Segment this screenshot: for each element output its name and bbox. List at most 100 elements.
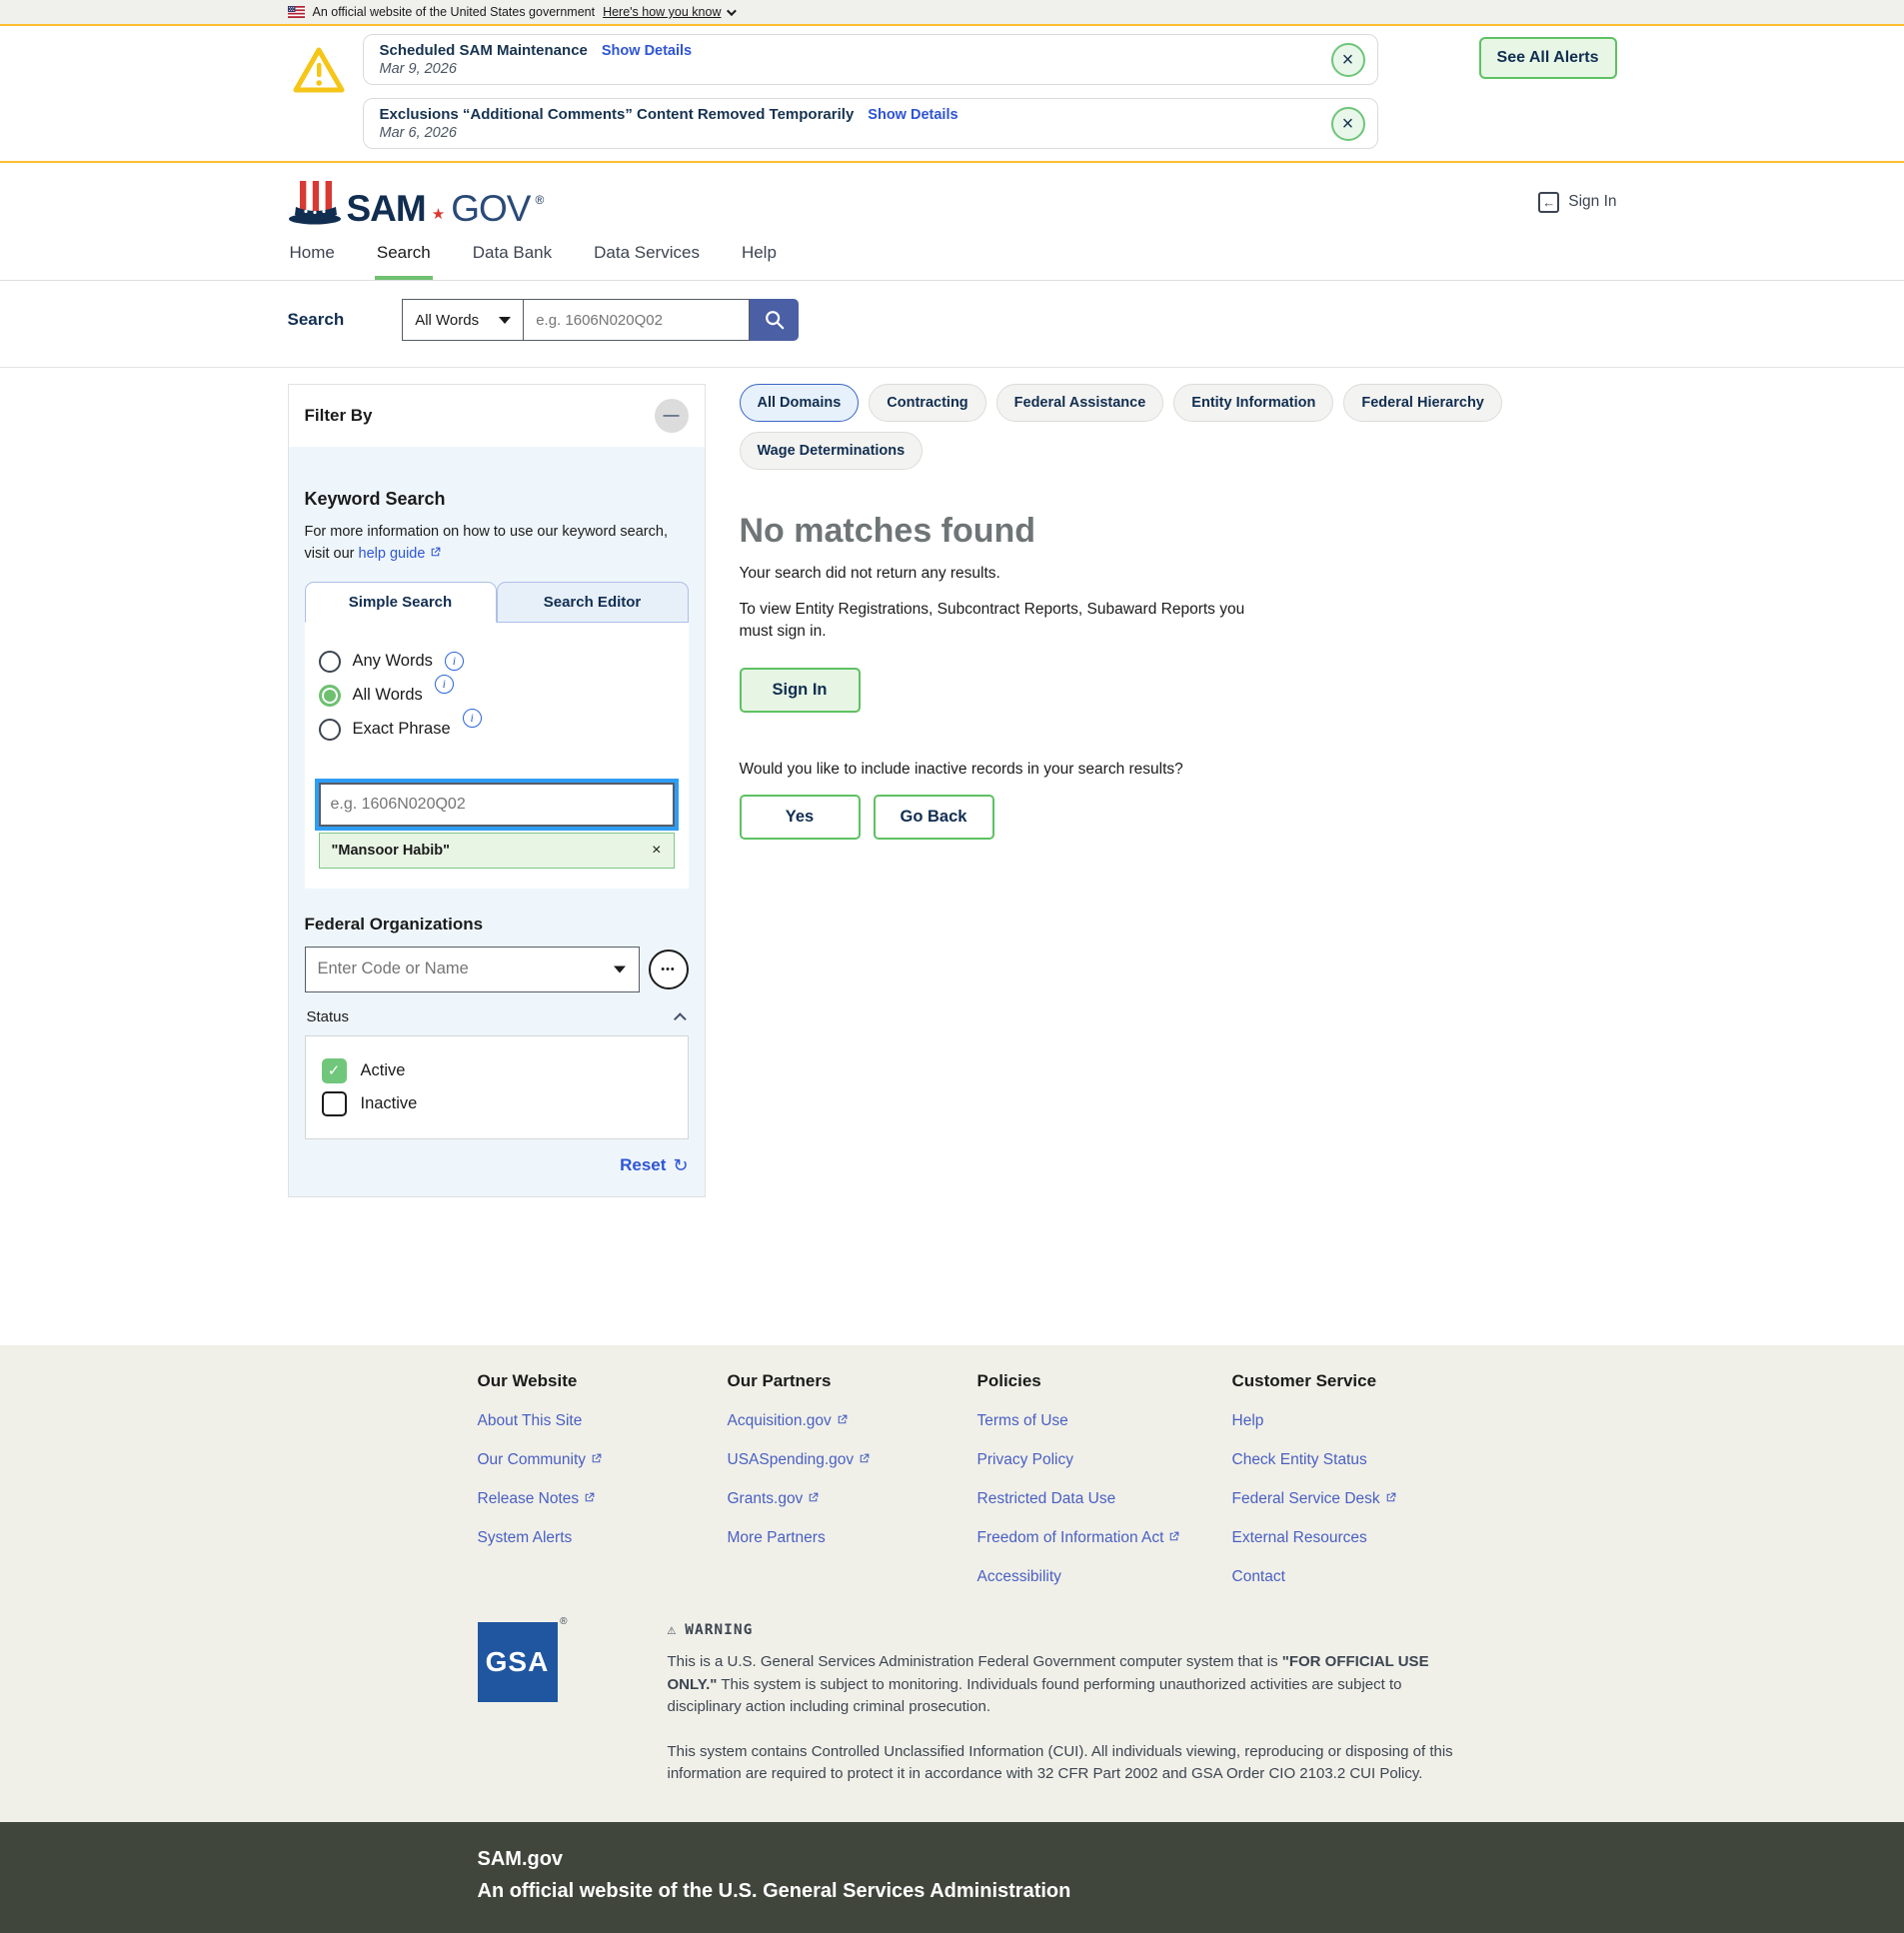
federal-org-input[interactable] [305, 947, 640, 992]
info-icon[interactable]: i [463, 709, 482, 728]
footer-link-foia[interactable]: Freedom of Information Act [977, 1529, 1232, 1547]
info-icon[interactable]: i [445, 652, 464, 671]
alert-date: Mar 9, 2026 [380, 61, 1313, 77]
gov-banner-text: An official website of the United States… [313, 5, 596, 19]
pill-wage-determinations[interactable]: Wage Determinations [740, 432, 924, 470]
footer-link-about-this-site[interactable]: About This Site [478, 1412, 728, 1430]
search-mode-dropdown[interactable]: All Words [402, 299, 524, 341]
nav-item-data-bank[interactable]: Data Bank [471, 235, 554, 280]
chip-remove-button[interactable]: × [652, 842, 661, 860]
search-submit-button[interactable] [750, 299, 799, 341]
footer-link-accessibility[interactable]: Accessibility [977, 1568, 1232, 1586]
external-link-icon [583, 1491, 596, 1504]
alert-close-button[interactable]: × [1331, 43, 1365, 77]
alert-close-button[interactable]: × [1331, 107, 1365, 141]
no-results-text: Your search did not return any results. [740, 565, 1617, 583]
radio-label-any-words: Any Words [353, 652, 433, 671]
heres-how-you-know-link[interactable]: Here's how you know [603, 5, 733, 19]
show-details-link[interactable]: Show Details [602, 43, 692, 59]
domain-pills: All Domains Contracting Federal Assistan… [740, 384, 1617, 470]
footer-link-release-notes[interactable]: Release Notes [478, 1490, 728, 1508]
nav-item-help[interactable]: Help [740, 235, 779, 280]
warning-paragraph-1: This is a U.S. General Services Administ… [668, 1651, 1457, 1719]
radio-exact-phrase[interactable] [319, 719, 341, 741]
footer-link-usaspending-gov[interactable]: USASpending.gov [728, 1451, 977, 1469]
yes-button[interactable]: Yes [740, 795, 861, 840]
pill-contracting[interactable]: Contracting [869, 384, 985, 422]
org-browse-button[interactable]: ••• [649, 950, 689, 989]
nav-item-search[interactable]: Search [375, 235, 433, 280]
external-link-icon [1167, 1530, 1180, 1543]
dropdown-caret-icon [614, 966, 626, 972]
external-link-icon [836, 1413, 849, 1426]
footer-link-privacy-policy[interactable]: Privacy Policy [977, 1451, 1232, 1469]
chevron-up-icon[interactable] [674, 1012, 687, 1025]
keyword-chip-text: "Mansoor Habib" [332, 843, 450, 859]
footer-link-terms-of-use[interactable]: Terms of Use [977, 1412, 1232, 1430]
reset-filters-link[interactable]: Reset ↻ [305, 1155, 689, 1176]
footer-link-more-partners[interactable]: More Partners [728, 1529, 977, 1547]
logo-gov-text: GOV [451, 192, 530, 225]
tab-simple-search[interactable]: Simple Search [305, 582, 497, 623]
logo-sam-text: SAM [347, 192, 426, 225]
show-details-link[interactable]: Show Details [868, 107, 957, 123]
footer-link-restricted-data-use[interactable]: Restricted Data Use [977, 1490, 1232, 1508]
keyword-search-heading: Keyword Search [305, 489, 689, 510]
help-guide-link[interactable]: help guide [359, 546, 443, 562]
keyword-search-input[interactable] [319, 783, 675, 827]
footer-heading: Our Partners [728, 1371, 977, 1391]
checkbox-active[interactable]: ✓ [322, 1058, 347, 1083]
warning-icon: ⚠ [668, 1622, 678, 1638]
footer-link-acquisition-gov[interactable]: Acquisition.gov [728, 1412, 977, 1430]
uncle-sam-hat-icon [288, 179, 342, 225]
collapse-filters-button[interactable]: — [655, 399, 689, 433]
footer-link-system-alerts[interactable]: System Alerts [478, 1529, 728, 1547]
no-matches-title: No matches found [740, 512, 1617, 551]
gsa-logo: GSA ® [478, 1622, 558, 1786]
footer-link-external-resources[interactable]: External Resources [1232, 1529, 1487, 1547]
sign-in-required-text: To view Entity Registrations, Subcontrac… [740, 599, 1264, 644]
radio-any-words[interactable] [319, 651, 341, 673]
top-search-input[interactable] [524, 299, 750, 341]
sam-gov-logo[interactable]: SAM ★ GOV ® [288, 179, 545, 225]
footer-link-help[interactable]: Help [1232, 1412, 1487, 1430]
checkbox-label-inactive: Inactive [361, 1094, 418, 1113]
sign-in-label: Sign In [1568, 193, 1616, 211]
content-area: Filter By — Keyword Search For more info… [288, 368, 1617, 1345]
federal-org-select[interactable] [305, 947, 640, 992]
footer-column-our-website: Our Website About This Site Our Communit… [478, 1371, 728, 1586]
pill-all-domains[interactable]: All Domains [740, 384, 860, 422]
results-sign-in-button[interactable]: Sign In [740, 668, 861, 713]
pill-federal-hierarchy[interactable]: Federal Hierarchy [1343, 384, 1502, 422]
footer-link-our-community[interactable]: Our Community [478, 1451, 728, 1469]
footer-link-contact[interactable]: Contact [1232, 1568, 1487, 1586]
check-icon: ✓ [328, 1061, 341, 1079]
ellipsis-icon: ••• [661, 964, 676, 975]
radio-all-words[interactable] [319, 685, 341, 707]
tab-search-editor[interactable]: Search Editor [497, 582, 689, 623]
external-link-icon [1384, 1491, 1397, 1504]
footer-column-policies: Policies Terms of Use Privacy Policy Res… [977, 1371, 1232, 1586]
close-icon: × [1342, 114, 1354, 134]
checkbox-label-active: Active [361, 1061, 406, 1080]
keyword-search-tabs: Simple Search Search Editor [305, 582, 689, 623]
nav-item-home[interactable]: Home [288, 235, 337, 280]
status-section-label: Status [307, 1008, 350, 1025]
header-sign-in-link[interactable]: ← Sign In [1538, 192, 1616, 213]
filter-panel: Filter By — Keyword Search For more info… [288, 384, 706, 1197]
footer-link-check-entity-status[interactable]: Check Entity Status [1232, 1451, 1487, 1469]
close-icon: × [652, 842, 661, 859]
registered-mark: ® [560, 1616, 567, 1627]
see-all-alerts-button[interactable]: See All Alerts [1479, 37, 1617, 79]
footer-link-grants-gov[interactable]: Grants.gov [728, 1490, 977, 1508]
reset-icon: ↻ [673, 1155, 688, 1176]
info-icon[interactable]: i [435, 675, 454, 694]
footer-link-federal-service-desk[interactable]: Federal Service Desk [1232, 1490, 1487, 1508]
nav-item-data-services[interactable]: Data Services [592, 235, 702, 280]
radio-label-exact-phrase: Exact Phrase [353, 720, 451, 739]
checkbox-inactive[interactable] [322, 1091, 347, 1116]
pill-federal-assistance[interactable]: Federal Assistance [996, 384, 1164, 422]
pill-entity-information[interactable]: Entity Information [1173, 384, 1333, 422]
go-back-button[interactable]: Go Back [874, 795, 994, 840]
bottom-site-name: SAM.gov [478, 1848, 1457, 1871]
